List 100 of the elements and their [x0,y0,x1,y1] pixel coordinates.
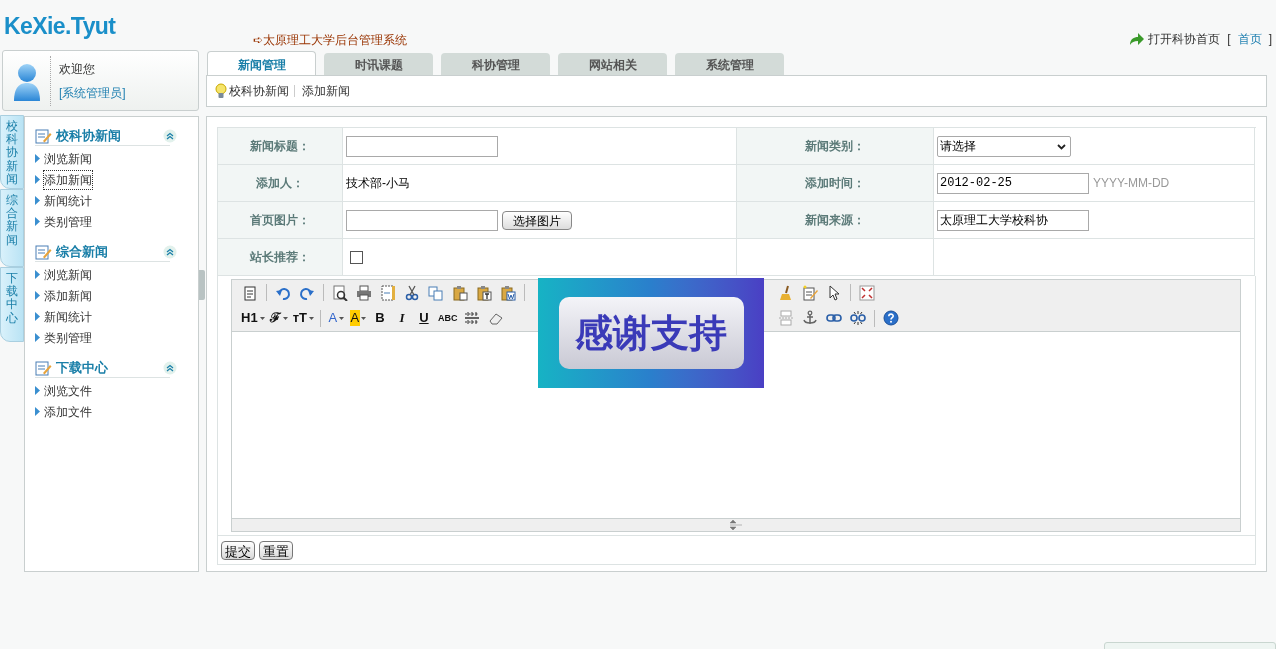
collapse-handle[interactable] [199,270,205,300]
triangle-icon [35,217,40,226]
help-icon [883,310,899,327]
breadcrumb-item: 添加新闻 [302,83,350,100]
chevron-down-icon [1056,141,1067,151]
text-input[interactable]: 2012-02-25 [937,172,1089,194]
toolbar-button[interactable]: ℱ [266,308,290,329]
template-icon [380,284,396,301]
collapse-icon[interactable] [163,245,177,259]
text-input[interactable]: 太原理工大学校科协 [937,209,1089,231]
sidebar-link[interactable]: 添加文件 [44,402,92,421]
sidebar-link[interactable]: 添加新闻 [44,170,92,189]
triangle-icon [35,154,40,163]
side-tab[interactable]: 校科协新闻 [0,115,24,189]
category-select[interactable]: 请选择 [937,135,1071,157]
section-title: 校科协新闻 [56,126,121,145]
side-tab[interactable]: 下载中心 [0,267,24,342]
nav-tab[interactable]: 新闻管理 [207,51,316,77]
arrow-icon [1128,31,1146,47]
field-label: 新闻类别： [805,138,865,155]
magnifier-icon [332,284,348,301]
sidebar-link[interactable]: 类别管理 [44,328,92,347]
user-role: [系统管理员] [59,84,126,102]
caret-icon [361,316,367,320]
broom-icon [778,284,794,301]
field-label: 新闻标题： [250,138,310,155]
document-icon [242,284,258,301]
site-logo: KeXie.Tyut [4,12,116,41]
clipboard-icon [452,284,468,301]
lightbulb-icon [215,83,227,99]
breadcrumb-item[interactable]: 校科协新闻 [229,82,289,100]
triangle-icon [35,333,40,342]
side-tab[interactable]: 综合新闻 [0,189,24,267]
clipboard-text-icon [476,284,492,301]
text-input[interactable] [346,135,498,157]
print-icon [356,284,372,301]
bracket: ] [1268,31,1272,48]
field-label: 新闻来源： [805,212,865,229]
triangle-icon [35,270,40,279]
clipboard-word-icon [500,284,516,301]
toolbar-button[interactable]: ᴛT [289,308,316,329]
section-title: 综合新闻 [56,242,108,261]
triangle-icon [35,291,40,300]
checkbox[interactable] [350,250,363,264]
toolbar-button[interactable]: I [390,308,413,329]
home-link[interactable]: 首页 [1237,30,1262,48]
triangle-icon [35,312,40,321]
nav-tab[interactable]: 时讯课题 [324,53,433,76]
format-hint: YYYY-MM-DD [1093,175,1170,192]
triangle-icon [35,386,40,395]
select-value: 请选择 [940,138,976,155]
toolbar-button[interactable]: B [368,308,391,329]
sidebar-link[interactable]: 浏览新闻 [44,265,92,284]
toolbar-button[interactable]: H1 [238,308,267,329]
nav-tab[interactable]: 网站相关 [558,53,667,76]
field-label: 首页图片： [250,212,310,229]
fullscreen-icon [859,284,875,301]
broken-link-icon [850,310,866,327]
bracket: [ [1227,31,1231,48]
horizontal-rule-icon [464,310,481,327]
field-label: 添加人： [256,175,304,192]
form-button[interactable]: 提交 [221,540,255,560]
copy-icon [428,284,444,301]
caret-icon [308,316,314,320]
triangle-icon [35,407,40,416]
sidebar-link[interactable]: 浏览文件 [44,381,92,400]
page-break-icon [778,310,794,327]
welcome-text: 欢迎您 [59,60,96,78]
notepad-icon [35,243,52,260]
sidebar-link[interactable]: 新闻统计 [44,191,92,210]
toolbar-button[interactable]: A [346,308,369,329]
nav-tab[interactable]: 系统管理 [675,53,784,76]
choose-image-button[interactable]: 选择图片 [502,210,572,230]
sidebar-link[interactable]: 浏览新闻 [44,149,92,168]
section-title: 下载中心 [56,358,108,377]
text-input[interactable] [346,209,498,231]
form-button[interactable]: 重置 [259,540,293,560]
sidebar-link[interactable]: 添加新闻 [44,286,92,305]
resize-icon [729,520,743,530]
field-label: 添加时间： [805,175,865,192]
caret-icon [339,316,345,320]
anchor-icon [802,310,818,327]
field-value: 技术部-小马 [346,175,410,192]
sidebar-link[interactable]: 类别管理 [44,212,92,231]
nav-tab[interactable]: 科协管理 [441,53,550,76]
toolbar-button[interactable]: ABC [434,308,461,329]
triangle-icon [35,175,40,184]
banner-text: 感谢支持 [558,297,744,369]
sidebar-link[interactable]: 新闻统计 [44,307,92,326]
field-label: 站长推荐： [250,249,310,266]
notepad-icon [35,359,52,376]
triangle-icon [35,196,40,205]
system-title: ➪太原理工大学后台管理系统 [253,32,407,49]
toolbar-button[interactable]: A [324,308,347,329]
collapse-icon[interactable] [163,129,177,143]
scissors-icon [404,284,420,301]
home-label: 打开科协首页 [1148,31,1221,48]
toolbar-button[interactable]: U [412,308,435,329]
collapse-icon[interactable] [163,361,177,375]
caret-icon [282,316,288,320]
